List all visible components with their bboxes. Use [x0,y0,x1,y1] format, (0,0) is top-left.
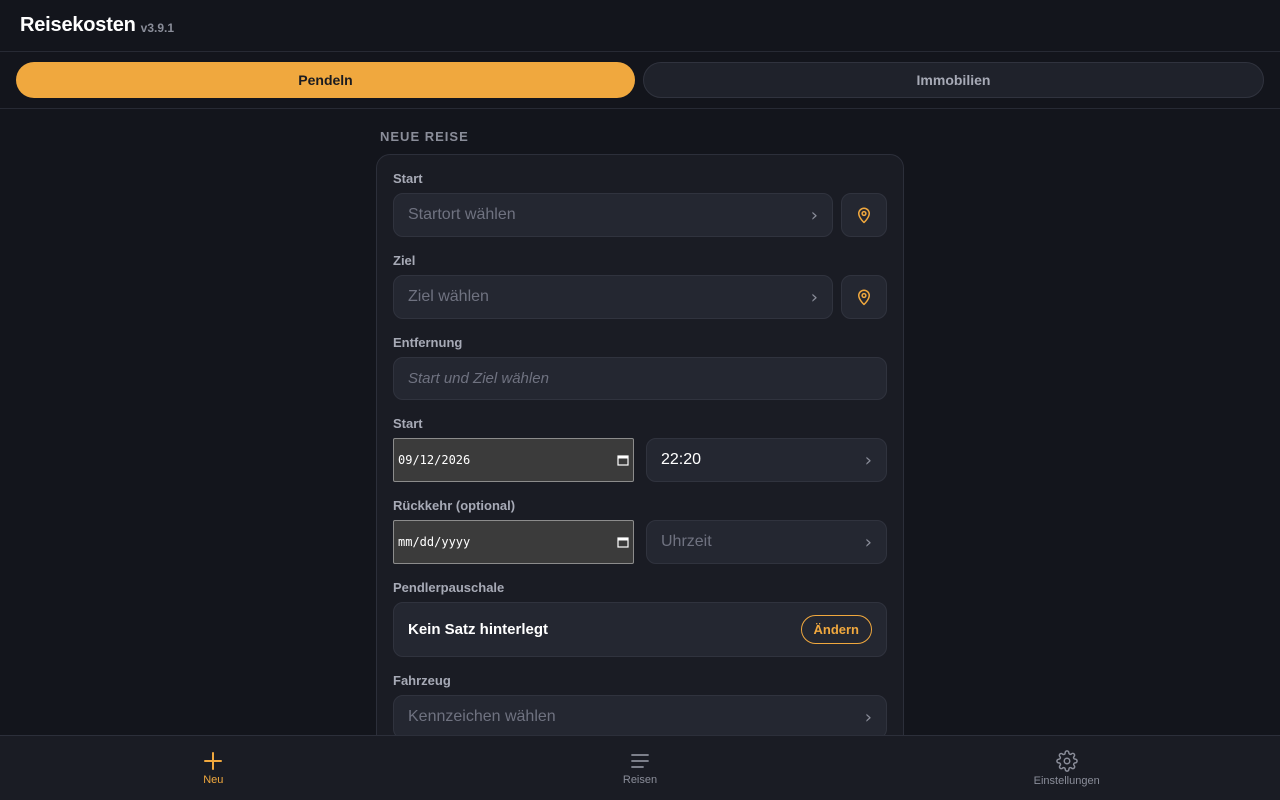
start-time-field[interactable]: 22:20 › [646,438,887,482]
plus-icon [204,751,223,770]
commuter-allowance-value: Kein Satz hinterlegt [408,621,549,638]
map-pin-icon [858,289,870,306]
ziel-location-pin-button[interactable] [841,275,887,319]
commuter-allowance-label: Pendlerpauschale [393,580,505,595]
chevron-right-icon: › [864,531,872,553]
map-pin-icon [858,207,870,224]
distance-placeholder: Start und Ziel wählen [408,370,549,387]
nav-item-einstellungen[interactable]: Einstellungen [853,736,1280,800]
section-title: NEUE REISE [380,129,469,144]
distance-field: Start und Ziel wählen [393,357,887,400]
nav-item-reisen[interactable]: Reisen [427,736,854,800]
nav-label-reisen: Reisen [622,773,658,786]
app-title: Reisekosten [20,14,136,36]
commuter-allowance-box: Kein Satz hinterlegt Ändern [393,602,887,657]
return-time-field[interactable]: Uhrzeit › [646,520,887,564]
trip-form-card: Start Startort wählen › Ziel Ziel wählen… [376,154,904,735]
start-datetime-label: Start [393,416,423,431]
start-location-placeholder: Startort wählen [408,206,516,223]
chevron-right-icon: › [810,204,818,226]
return-label: Rückkehr (optional) [393,498,516,513]
tab-pendeln[interactable]: Pendeln [16,62,635,98]
return-date-input[interactable]: mm/dd/yyyy [393,520,634,564]
nav-item-neu[interactable]: Neu [0,736,427,800]
start-location-field[interactable]: Startort wählen › [393,193,833,237]
start-location-pin-button[interactable] [841,193,887,237]
tab-immobilien[interactable]: Immobilien [643,62,1264,98]
nav-label-neu: Neu [203,773,224,786]
vehicle-label: Fahrzeug [393,673,451,688]
calendar-icon [617,537,629,548]
start-date-value: 09/12/2026 [398,453,471,467]
nav-label-einstellungen: Einstellungen [1033,774,1100,787]
start-date-input[interactable]: 09/12/2026 [393,438,634,482]
distance-label: Entfernung [393,335,463,350]
ziel-location-field[interactable]: Ziel wählen › [393,275,833,319]
app-header: Reisekosten v3.9.1 [0,0,1280,52]
list-icon [631,753,649,768]
change-rate-button[interactable]: Ändern [800,615,872,644]
vehicle-field[interactable]: Kennzeichen wählen › [393,695,887,735]
app-version: v3.9.1 [140,20,175,35]
vehicle-placeholder: Kennzeichen wählen [408,708,556,725]
start-label: Start [393,171,423,186]
ziel-location-placeholder: Ziel wählen [408,288,489,305]
chevron-right-icon: › [864,449,872,471]
return-time-placeholder: Uhrzeit [661,533,712,550]
bottom-navigation: Neu Reisen Einstellungen [0,735,1280,800]
start-time-value: 22:20 [661,451,702,468]
ziel-label: Ziel [393,253,416,268]
chevron-right-icon: › [810,286,818,308]
chevron-right-icon: › [864,706,872,728]
calendar-icon [617,455,629,466]
return-date-placeholder: mm/dd/yyyy [398,535,471,549]
gear-icon [1055,749,1078,772]
main-content: NEUE REISE Start Startort wählen › Ziel … [0,109,1280,735]
mode-tabs: Pendeln Immobilien [0,52,1280,109]
